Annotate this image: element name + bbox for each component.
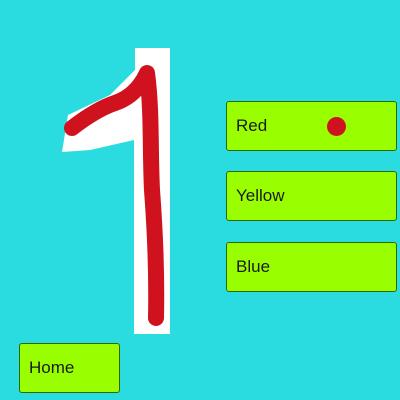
home-button[interactable]: Home [19, 343, 120, 393]
color-option-red-button[interactable]: Red [226, 101, 397, 151]
color-option-yellow-button[interactable]: Yellow [226, 171, 397, 221]
selected-indicator-dot [327, 117, 346, 136]
app-canvas: Red Yellow Blue Home [0, 0, 400, 400]
color-option-blue-button[interactable]: Blue [226, 242, 397, 292]
color-option-label: Yellow [236, 186, 285, 205]
color-option-label: Red [236, 116, 268, 135]
home-button-label: Home [29, 358, 75, 377]
color-option-label: Blue [236, 257, 271, 276]
